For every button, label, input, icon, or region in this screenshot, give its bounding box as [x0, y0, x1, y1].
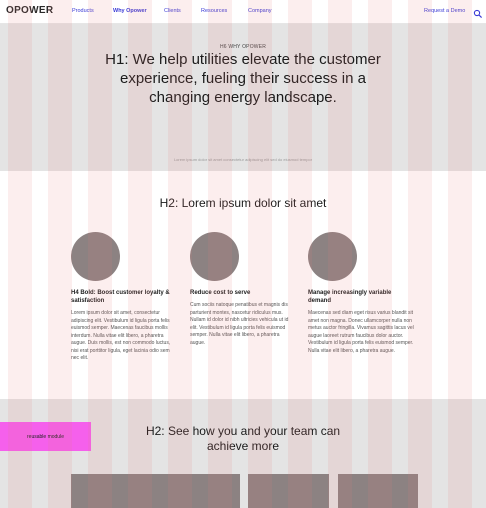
nav-link-clients[interactable]: Clients	[164, 8, 181, 14]
feature-body: Maecenas sed diam eget risus varius blan…	[308, 310, 414, 354]
feature-card: Reduce cost to serve Cum sociis natoque …	[190, 232, 296, 347]
card-placeholder[interactable]	[338, 474, 418, 508]
card-placeholder[interactable]	[248, 474, 329, 508]
hero-title: H1: We help utilities elevate the custom…	[105, 51, 381, 106]
card-placeholder[interactable]	[133, 474, 240, 508]
request-demo-link[interactable]: Request a Demo	[424, 8, 465, 14]
hero-section: H6 WHY OPOWER H1: We help utilities elev…	[0, 24, 486, 171]
nav-link-products[interactable]: Products	[72, 8, 94, 14]
feature-title: H4 Bold: Boost customer loyalty & satisf…	[71, 290, 170, 304]
achieve-more-title: H2: See how you and your team can achiev…	[145, 424, 341, 453]
features-title: H2: Lorem ipsum dolor sit amet	[159, 196, 327, 210]
feature-body: Cum sociis natoque penatibus et magnis d…	[190, 302, 289, 346]
opower-logo[interactable]: OPOWER	[6, 5, 53, 16]
search-icon[interactable]	[473, 6, 483, 19]
achieve-more-section: reusable module H2: See how you and your…	[0, 399, 486, 508]
feature-card: Manage increasingly variable demand Maec…	[308, 232, 414, 355]
reusable-module-tag: reusable module	[0, 422, 91, 451]
feature-title: Reduce cost to serve	[190, 290, 251, 296]
nav-link-resources[interactable]: Resources	[201, 8, 227, 14]
hero-fine-print: Lorem ipsum dolor sit amet consectetur a…	[173, 157, 313, 162]
nav-link-why-opower[interactable]: Why Opower	[113, 8, 147, 14]
feature-image-placeholder	[71, 232, 120, 281]
feature-image-placeholder	[190, 232, 239, 281]
feature-image-placeholder	[308, 232, 357, 281]
top-nav: OPOWER Products Why Opower Clients Resou…	[0, 0, 486, 24]
feature-body: Lorem ipsum dolor sit amet, consectetur …	[71, 310, 171, 361]
nav-link-company[interactable]: Company	[248, 8, 272, 14]
features-section: H2: Lorem ipsum dolor sit amet H4 Bold: …	[0, 171, 486, 399]
feature-title: Manage increasingly variable demand	[308, 290, 392, 304]
feature-card: H4 Bold: Boost customer loyalty & satisf…	[71, 232, 177, 363]
